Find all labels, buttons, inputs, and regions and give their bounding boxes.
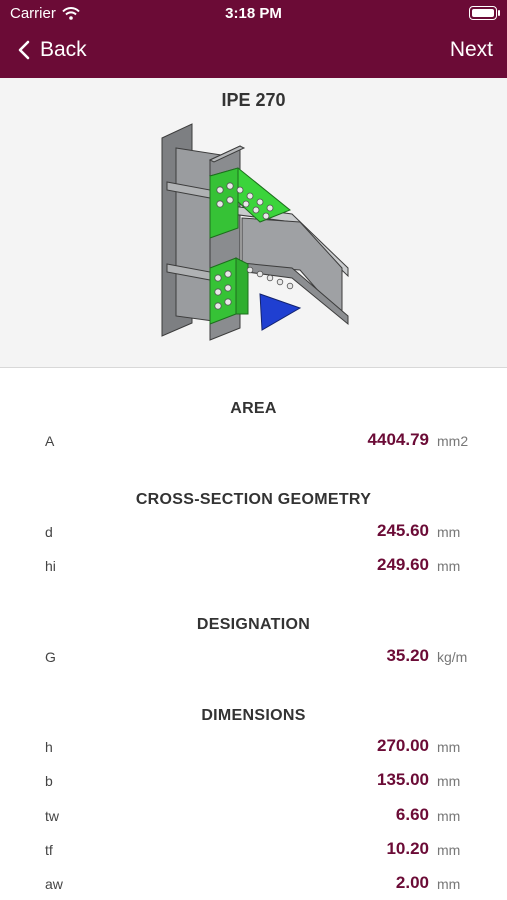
- property-label: aw: [45, 876, 63, 892]
- property-label: A: [45, 433, 55, 449]
- status-time: 3:18 PM: [225, 5, 282, 22]
- property-value: 10.20: [386, 839, 429, 858]
- property-label: h: [45, 739, 53, 755]
- section-title-area: AREA: [230, 400, 277, 417]
- back-label: Back: [40, 38, 87, 61]
- property-unit: kg/m: [437, 649, 468, 665]
- next-button[interactable]: Next: [450, 38, 493, 62]
- property-label: b: [45, 773, 53, 789]
- property-unit: mm: [437, 773, 461, 789]
- property-label: tf: [45, 842, 53, 858]
- navigation-bar: Back Next: [0, 28, 507, 78]
- back-button[interactable]: Back: [18, 38, 87, 62]
- property-value: 135.00: [377, 770, 429, 789]
- property-label: d: [45, 524, 53, 540]
- property-value: 270.00: [377, 736, 429, 755]
- property-unit: mm: [437, 842, 461, 858]
- profile-header: IPE 270: [0, 78, 507, 368]
- property-row: tf 10.20 mm: [0, 838, 507, 862]
- property-label: G: [45, 649, 56, 665]
- property-unit: mm: [437, 739, 461, 755]
- section-title-cross-section-geometry: CROSS-SECTION GEOMETRY: [135, 491, 372, 508]
- property-row: tw 6.60 mm: [0, 804, 507, 828]
- property-row: A 4404.79 mm2: [0, 429, 507, 453]
- property-row: b 135.00 mm: [0, 769, 507, 793]
- section-title-designation: DESIGNATION: [196, 616, 311, 633]
- property-value: 35.20: [386, 646, 429, 665]
- profile-name: IPE 270: [221, 90, 286, 110]
- property-value: 249.60: [377, 555, 429, 574]
- property-unit: mm: [437, 808, 461, 824]
- property-unit: mm2: [437, 433, 469, 449]
- property-value: 2.00: [395, 873, 429, 892]
- property-unit: mm: [437, 876, 461, 892]
- property-label: hi: [45, 558, 56, 574]
- property-value: 6.60: [395, 805, 429, 824]
- property-label: tw: [45, 808, 59, 824]
- property-unit: mm: [437, 524, 461, 540]
- chevron-left-icon: [18, 40, 30, 60]
- property-unit: mm: [437, 558, 461, 574]
- section-title-dimensions: DIMENSIONS: [201, 707, 306, 724]
- property-value: 245.60: [377, 521, 429, 540]
- status-bar: Carrier 3:18 PM: [0, 0, 507, 28]
- property-row: d 245.60 mm: [0, 520, 507, 544]
- beam-connection-illustration: [161, 123, 349, 341]
- battery-icon: [469, 6, 500, 20]
- property-row: aw 2.00 mm: [0, 872, 507, 896]
- property-row: h 270.00 mm: [0, 735, 507, 759]
- property-value: 4404.79: [367, 430, 429, 449]
- property-row: G 35.20 kg/m: [0, 645, 507, 669]
- property-row: hi 249.60 mm: [0, 554, 507, 578]
